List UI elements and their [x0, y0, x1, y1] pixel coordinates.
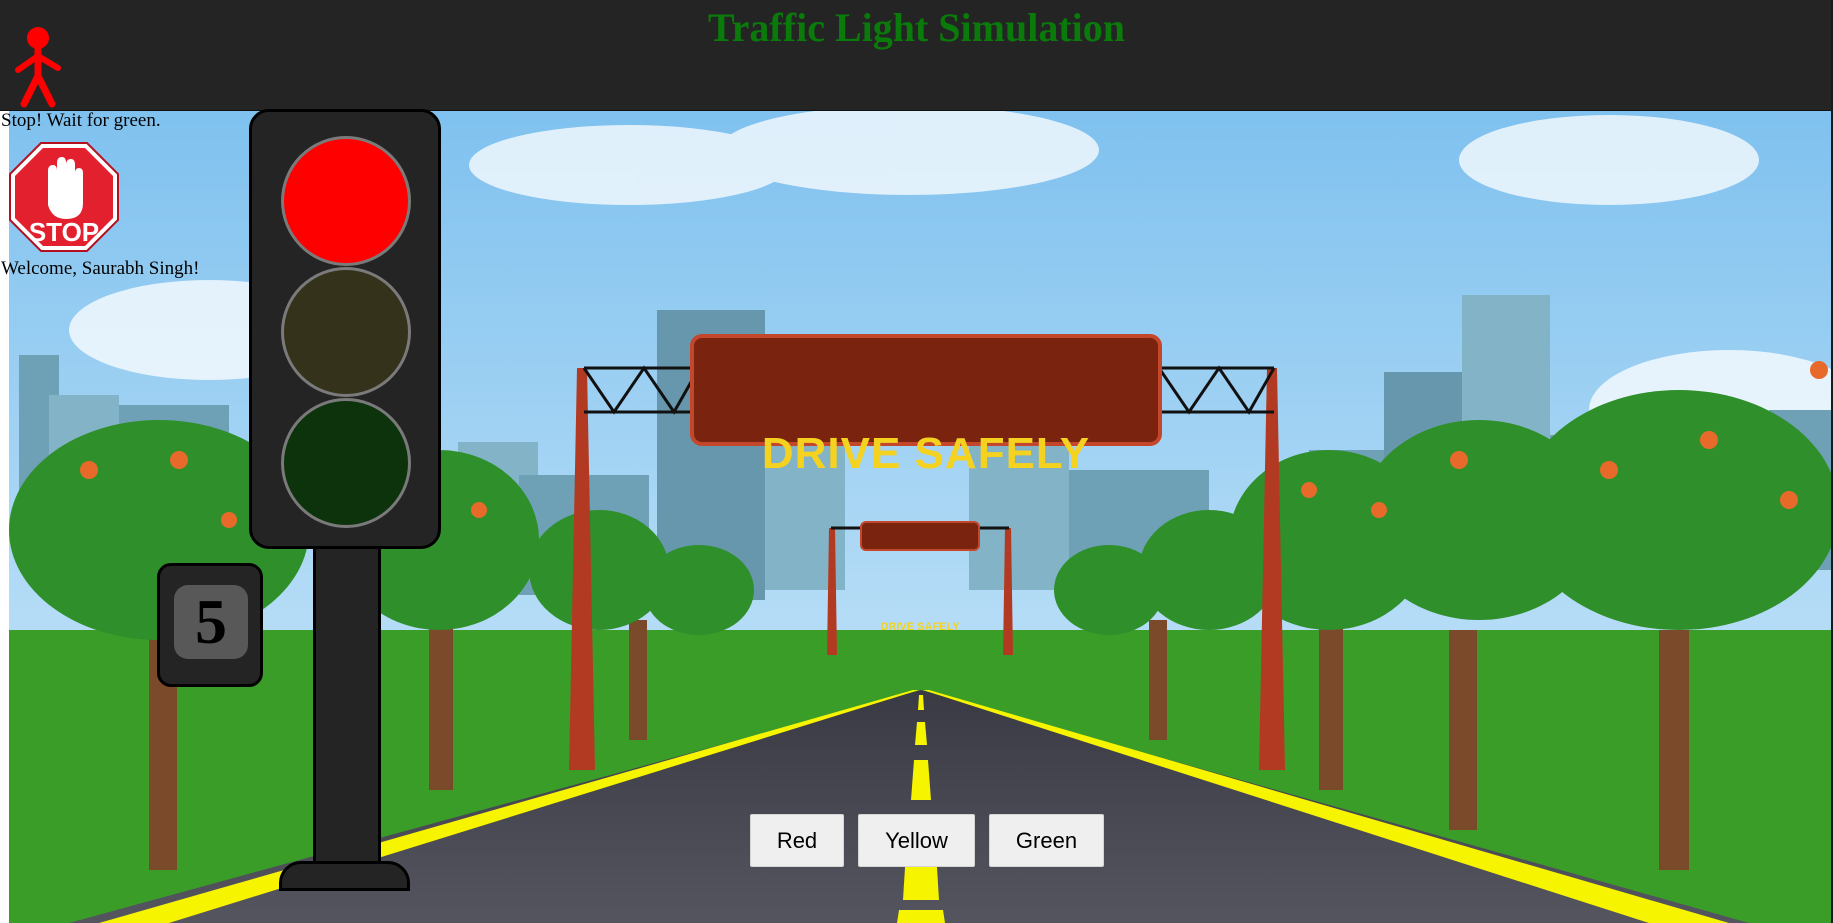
welcome-message: Welcome, Saurabh Singh! [1, 258, 200, 279]
red-walking-person-icon [15, 27, 61, 108]
red-button[interactable]: Red [750, 814, 844, 867]
page-title: Traffic Light Simulation [707, 5, 1126, 50]
countdown-value: 5 [174, 585, 248, 659]
yellow-light [281, 267, 411, 397]
status-message: Stop! Wait for green. [1, 110, 161, 131]
drive-safely-banner [690, 334, 1162, 446]
banner-text-far: DRIVE SAFELY [880, 621, 960, 633]
yellow-button[interactable]: Yellow [858, 814, 975, 867]
banner-text: DRIVE SAFELY [761, 429, 1091, 478]
countdown-timer: 5 [157, 563, 263, 687]
app-header: Traffic Light Simulation [0, 0, 1833, 111]
green-light [281, 398, 411, 528]
drive-safely-banner-far [860, 521, 980, 551]
red-light [281, 136, 411, 266]
green-button[interactable]: Green [989, 814, 1104, 867]
traffic-light-base [279, 861, 410, 891]
stop-sign-label: STOP [29, 217, 99, 247]
traffic-light-pole [313, 549, 381, 867]
app-window: DRIVE SAFELY DRIVE SAFELY Traffic Light … [0, 0, 1833, 923]
stop-hand-sign-icon: STOP [9, 142, 119, 252]
